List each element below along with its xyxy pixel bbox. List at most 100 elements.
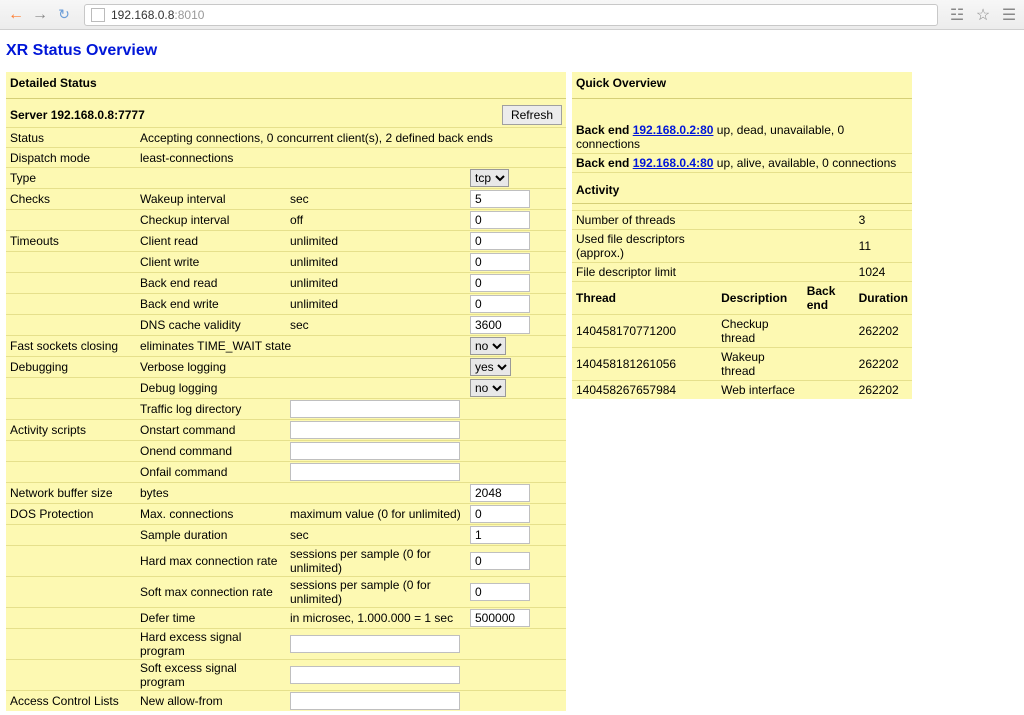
detailed-status-header: Detailed Status bbox=[6, 72, 566, 99]
browser-chrome: ← → ↻ 192.168.0.8:8010 ☳ ☆ ☰ bbox=[0, 0, 1024, 30]
fdlimit-value: 1024 bbox=[855, 263, 912, 282]
th-duration: Duration bbox=[855, 282, 912, 315]
dos-defer-input[interactable] bbox=[470, 609, 530, 627]
th-thread: Thread bbox=[572, 282, 717, 315]
quick-overview-header: Quick Overview bbox=[572, 72, 912, 99]
activity-header: Activity bbox=[572, 173, 912, 204]
debuglog-label: Debug logging bbox=[136, 378, 466, 399]
checks-label: Checks bbox=[6, 189, 136, 210]
acl-allow-label: New allow-from bbox=[136, 691, 286, 712]
traffic-log-input[interactable] bbox=[290, 400, 460, 418]
client-read-label: Client read bbox=[136, 231, 286, 252]
dos-sample-input[interactable] bbox=[470, 526, 530, 544]
dos-defer-label: Defer time bbox=[136, 608, 286, 629]
url-text: 192.168.0.8:8010 bbox=[111, 8, 204, 22]
backend-row-1: Back end 192.168.0.2:80 up, dead, unavai… bbox=[572, 121, 912, 154]
traffic-log-label: Traffic log directory bbox=[136, 399, 286, 420]
acl-allow-input[interactable] bbox=[290, 692, 460, 710]
status-label: Status bbox=[6, 128, 136, 148]
client-read-unit: unlimited bbox=[286, 231, 466, 252]
fast-sockets-select[interactable]: no bbox=[470, 337, 506, 355]
dos-sample-label: Sample duration bbox=[136, 525, 286, 546]
checkup-input[interactable] bbox=[470, 211, 530, 229]
thread-row: 140458170771200 Checkup thread 262202 bbox=[572, 315, 912, 348]
client-write-input[interactable] bbox=[470, 253, 530, 271]
reload-icon[interactable]: ↻ bbox=[54, 5, 74, 25]
netbuf-unit: bytes bbox=[136, 483, 286, 504]
dos-hardrate-label: Hard max connection rate bbox=[136, 546, 286, 577]
dos-hardrate-unit: sessions per sample (0 for unlimited) bbox=[286, 546, 466, 577]
be-write-input[interactable] bbox=[470, 295, 530, 313]
timeouts-label: Timeouts bbox=[6, 231, 136, 252]
backend-row-2: Back end 192.168.0.4:80 up, alive, avail… bbox=[572, 154, 912, 173]
onfail-label: Onfail command bbox=[136, 462, 286, 483]
be-read-label: Back end read bbox=[136, 273, 286, 294]
onfail-input[interactable] bbox=[290, 463, 460, 481]
be-read-unit: unlimited bbox=[286, 273, 466, 294]
fds-label: Used file descriptors (approx.) bbox=[572, 230, 717, 263]
backend-link-2[interactable]: 192.168.0.4:80 bbox=[633, 156, 714, 170]
dos-sample-unit: sec bbox=[286, 525, 466, 546]
be-write-label: Back end write bbox=[136, 294, 286, 315]
nav-back-icon[interactable]: ← bbox=[6, 5, 26, 25]
wakeup-unit: sec bbox=[286, 189, 466, 210]
onend-input[interactable] bbox=[290, 442, 460, 460]
debugging-label: Debugging bbox=[6, 357, 136, 378]
onstart-input[interactable] bbox=[290, 421, 460, 439]
dispatch-value: least-connections bbox=[136, 148, 566, 168]
dos-hardsig-label: Hard excess signal program bbox=[136, 629, 286, 660]
fds-value: 11 bbox=[855, 230, 912, 263]
type-select[interactable]: tcp bbox=[470, 169, 509, 187]
dns-label: DNS cache validity bbox=[136, 315, 286, 336]
th-desc: Description bbox=[717, 282, 803, 315]
dos-softsig-label: Soft excess signal program bbox=[136, 660, 286, 691]
dos-hardrate-input[interactable] bbox=[470, 552, 530, 570]
backend-link-1[interactable]: 192.168.0.2:80 bbox=[633, 123, 714, 137]
netbuf-label: Network buffer size bbox=[6, 483, 136, 504]
onstart-label: Onstart command bbox=[136, 420, 286, 441]
dns-input[interactable] bbox=[470, 316, 530, 334]
quick-overview-panel: Quick Overview Back end 192.168.0.2:80 u… bbox=[572, 72, 912, 399]
acl-label: Access Control Lists bbox=[6, 691, 136, 712]
threads-value: 3 bbox=[855, 211, 912, 230]
netbuf-input[interactable] bbox=[470, 484, 530, 502]
dos-maxconn-unit: maximum value (0 for unlimited) bbox=[286, 504, 466, 525]
nav-fwd-icon[interactable]: → bbox=[30, 5, 50, 25]
status-table: Status Accepting connections, 0 concurre… bbox=[6, 127, 566, 711]
dos-softrate-input[interactable] bbox=[470, 583, 530, 601]
status-value: Accepting connections, 0 concurrent clie… bbox=[136, 128, 566, 148]
dns-unit: sec bbox=[286, 315, 466, 336]
debuglog-select[interactable]: no bbox=[470, 379, 506, 397]
page-body: XR Status Overview Detailed Status Serve… bbox=[0, 30, 1024, 715]
server-label: Server 192.168.0.8:7777 bbox=[10, 108, 145, 122]
threads-label: Number of threads bbox=[572, 211, 717, 230]
th-backend: Back end bbox=[803, 282, 855, 315]
dos-hardsig-input[interactable] bbox=[290, 635, 460, 653]
wakeup-input[interactable] bbox=[470, 190, 530, 208]
client-read-input[interactable] bbox=[470, 232, 530, 250]
menu-icon[interactable]: ☰ bbox=[1000, 6, 1018, 24]
activity-table: Number of threads 3 Used file descriptors… bbox=[572, 210, 912, 399]
dos-softsig-input[interactable] bbox=[290, 666, 460, 684]
onend-label: Onend command bbox=[136, 441, 286, 462]
be-write-unit: unlimited bbox=[286, 294, 466, 315]
type-label: Type bbox=[6, 168, 136, 189]
dos-maxconn-input[interactable] bbox=[470, 505, 530, 523]
page-icon bbox=[91, 8, 105, 22]
dos-maxconn-label: Max. connections bbox=[136, 504, 286, 525]
translate-icon[interactable]: ☳ bbox=[948, 6, 966, 24]
be-read-input[interactable] bbox=[470, 274, 530, 292]
thread-row: 140458267657984 Web interface 262202 bbox=[572, 381, 912, 400]
star-icon[interactable]: ☆ bbox=[974, 6, 992, 24]
verbose-select[interactable]: yes bbox=[470, 358, 511, 376]
fdlimit-label: File descriptor limit bbox=[572, 263, 717, 282]
thread-row: 140458181261056 Wakeup thread 262202 bbox=[572, 348, 912, 381]
verbose-label: Verbose logging bbox=[136, 357, 466, 378]
refresh-button[interactable]: Refresh bbox=[502, 105, 562, 125]
checkup-unit: off bbox=[286, 210, 466, 231]
client-write-unit: unlimited bbox=[286, 252, 466, 273]
url-bar[interactable]: 192.168.0.8:8010 bbox=[84, 4, 938, 26]
dos-label: DOS Protection bbox=[6, 504, 136, 525]
dos-defer-unit: in microsec, 1.000.000 = 1 sec bbox=[286, 608, 466, 629]
fast-sockets-label: Fast sockets closing bbox=[6, 336, 136, 357]
